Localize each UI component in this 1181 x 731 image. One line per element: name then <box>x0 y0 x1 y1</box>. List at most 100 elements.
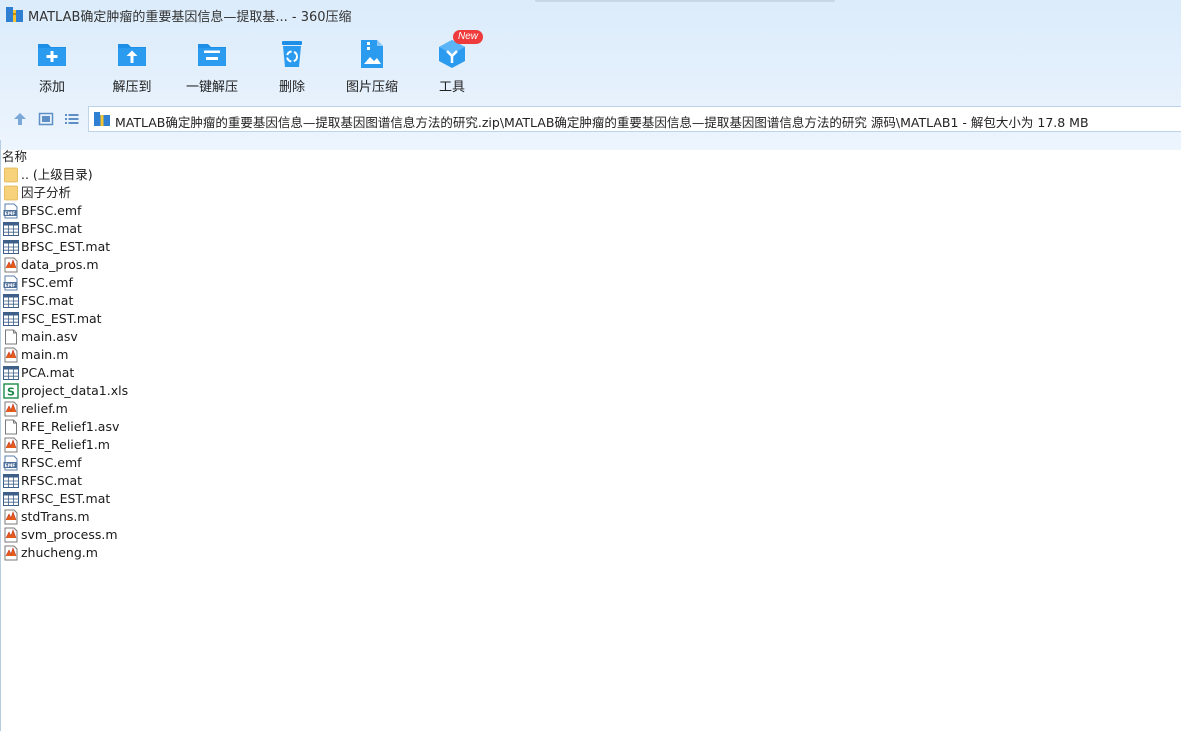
file-name: main.asv <box>21 329 78 344</box>
mat-file-icon <box>3 221 19 237</box>
file-name: svm_process.m <box>21 527 118 542</box>
file-name: BFSC_EST.mat <box>21 239 111 254</box>
title-bar: MATLAB确定肿瘤的重要基因信息—提取基... - 360压缩 <box>0 0 1181 28</box>
image-compress-label: 图片压缩 <box>345 80 398 95</box>
top-panel: MATLAB确定肿瘤的重要基因信息—提取基... - 360压缩 添加 解压到 … <box>0 0 1181 150</box>
matlab-m-file-icon <box>3 257 19 273</box>
file-name: RFE_Relief1.m <box>21 437 110 452</box>
list-item[interactable]: PCA.mat <box>0 364 1181 382</box>
matlab-m-file-icon <box>3 437 19 453</box>
list-item[interactable]: BFSC_EST.mat <box>0 238 1181 256</box>
window-title: MATLAB确定肿瘤的重要基因信息—提取基... - 360压缩 <box>28 10 352 25</box>
xls-file-icon: S <box>3 383 19 399</box>
folder-icon <box>3 185 19 201</box>
address-path: MATLAB确定肿瘤的重要基因信息—提取基因图谱信息方法的研究.zip\MATL… <box>115 115 1089 130</box>
mat-file-icon <box>3 473 19 489</box>
list-item[interactable]: relief.m <box>0 400 1181 418</box>
emf-file-icon: EMF <box>3 275 19 291</box>
mat-file-icon <box>3 239 19 255</box>
file-name: RFE_Relief1.asv <box>21 419 120 434</box>
matlab-m-file-icon <box>3 401 19 417</box>
file-name: BFSC.emf <box>21 203 82 218</box>
list-item[interactable]: data_pros.m <box>0 256 1181 274</box>
mat-file-icon <box>3 365 19 381</box>
file-name: FSC.emf <box>21 275 73 290</box>
one-click-extract-button[interactable]: 一键解压 <box>172 38 252 98</box>
mat-file-icon <box>3 293 19 309</box>
file-name: .. (上级目录) <box>21 167 93 182</box>
list-item[interactable]: main.m <box>0 346 1181 364</box>
list-item[interactable]: RFE_Relief1.m <box>0 436 1181 454</box>
one-click-extract-label: 一键解压 <box>185 80 238 95</box>
list-item[interactable]: svm_process.m <box>0 526 1181 544</box>
file-name: stdTrans.m <box>21 509 90 524</box>
file-name: zhucheng.m <box>21 545 98 560</box>
list-item[interactable]: main.asv <box>0 328 1181 346</box>
file-name: PCA.mat <box>21 365 75 380</box>
file-name: RFSC_EST.mat <box>21 491 111 506</box>
titlebar-divider <box>535 0 835 2</box>
archive-icon <box>94 112 110 126</box>
folder-icon <box>3 167 19 183</box>
file-name: data_pros.m <box>21 257 99 272</box>
blank-file-icon <box>3 419 19 435</box>
file-name: FSC.mat <box>21 293 74 308</box>
file-name: BFSC.mat <box>21 221 82 236</box>
app-logo-icon <box>6 7 23 22</box>
svg-text:EMF: EMF <box>5 463 16 469</box>
list-item[interactable]: Sproject_data1.xls <box>0 382 1181 400</box>
recycle-bin-icon <box>282 41 302 67</box>
tools-button[interactable]: 工具 <box>412 38 492 98</box>
address-bar[interactable]: MATLAB确定肿瘤的重要基因信息—提取基因图谱信息方法的研究.zip\MATL… <box>88 106 1181 132</box>
extract-to-icon <box>118 44 146 66</box>
extract-to-label: 解压到 <box>112 80 152 95</box>
matlab-m-file-icon <box>3 527 19 543</box>
list-item[interactable]: EMF RFSC.emf <box>0 454 1181 472</box>
file-name: RFSC.emf <box>21 455 82 470</box>
file-name: main.m <box>21 347 69 362</box>
image-compress-button[interactable]: 图片压缩 <box>332 38 412 98</box>
add-button[interactable]: 添加 <box>12 38 92 98</box>
add-label: 添加 <box>38 80 65 95</box>
column-header-name[interactable]: 名称 <box>2 146 27 165</box>
list-item[interactable]: RFSC.mat <box>0 472 1181 490</box>
file-name: project_data1.xls <box>21 383 129 398</box>
matlab-m-file-icon <box>3 545 19 561</box>
list-item[interactable]: EMF FSC.emf <box>0 274 1181 292</box>
blank-file-icon <box>3 329 19 345</box>
file-name: FSC_EST.mat <box>21 311 102 326</box>
list-item[interactable]: FSC_EST.mat <box>0 310 1181 328</box>
new-badge: New <box>453 30 484 44</box>
list-item[interactable]: RFSC_EST.mat <box>0 490 1181 508</box>
emf-file-icon: EMF <box>3 203 19 219</box>
one-click-extract-icon <box>198 44 226 66</box>
list-item[interactable]: 因子分析 <box>0 184 1181 202</box>
svg-text:EMF: EMF <box>5 283 16 289</box>
tools-label: 工具 <box>438 80 465 95</box>
file-name: 因子分析 <box>21 185 72 200</box>
mat-file-icon <box>3 491 19 507</box>
list-item[interactable]: BFSC.mat <box>0 220 1181 238</box>
svg-text:S: S <box>7 386 15 399</box>
matlab-m-file-icon <box>3 509 19 525</box>
image-compress-icon <box>361 40 383 68</box>
emf-file-icon: EMF <box>3 455 19 471</box>
add-icon <box>38 44 66 66</box>
file-name: RFSC.mat <box>21 473 83 488</box>
extract-to-button[interactable]: 解压到 <box>92 38 172 98</box>
svg-text:EMF: EMF <box>5 211 16 217</box>
list-item[interactable]: stdTrans.m <box>0 508 1181 526</box>
delete-button[interactable]: 删除 <box>252 38 332 98</box>
file-name: relief.m <box>21 401 68 416</box>
list-item[interactable]: FSC.mat <box>0 292 1181 310</box>
list-item[interactable]: .. (上级目录) <box>0 166 1181 184</box>
matlab-m-file-icon <box>3 347 19 363</box>
list-item[interactable]: RFE_Relief1.asv <box>0 418 1181 436</box>
delete-label: 删除 <box>278 80 305 95</box>
up-level-icon[interactable] <box>12 111 28 127</box>
file-list: .. (上级目录) 因子分析 EMF BFSC.emf BFSC.mat BFSC_EST… <box>0 166 1181 562</box>
list-item[interactable]: EMF BFSC.emf <box>0 202 1181 220</box>
thumbnail-view-icon[interactable] <box>38 111 54 127</box>
list-item[interactable]: zhucheng.m <box>0 544 1181 562</box>
list-view-icon[interactable] <box>64 111 80 127</box>
